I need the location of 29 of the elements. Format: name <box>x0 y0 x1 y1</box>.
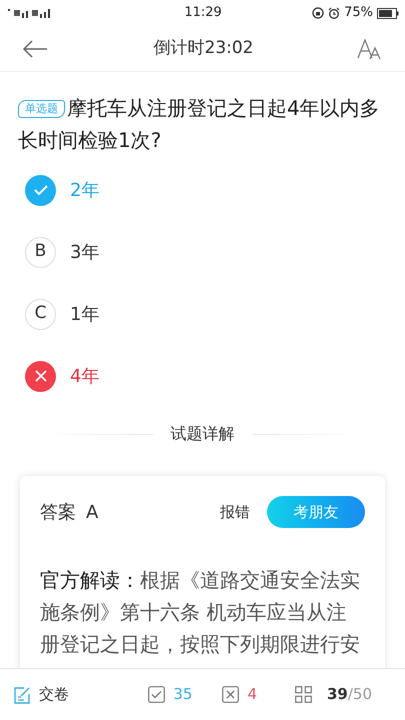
question-text: 单选题 摩托车从注册登记之日起4年以内多长时间检验1次? <box>17 95 381 154</box>
battery-percent: 75% <box>344 4 373 22</box>
section-title: 试题详解 <box>170 423 234 445</box>
check-icon <box>25 174 56 206</box>
report-error-link[interactable]: 报错 <box>220 500 250 524</box>
alarm-icon <box>328 7 340 19</box>
answer-option[interactable]: B 3年 <box>25 236 380 268</box>
question-type-tag: 单选题 <box>18 100 65 118</box>
cross-icon <box>25 360 56 392</box>
answer-label: 答案 <box>40 500 76 524</box>
status-time: 11:29 <box>184 4 222 22</box>
explanation-text: 官方解读：根据《道路交通安全法实施条例》第十六条 机动车应当从注册登记之日起，按照下列期限进行安 <box>40 567 361 658</box>
grid-icon <box>294 686 312 703</box>
wrong-count: 4 <box>247 684 257 706</box>
answer-option[interactable]: C 1年 <box>25 298 380 330</box>
submit-button[interactable]: 交卷 <box>13 683 69 706</box>
battery-icon <box>377 8 399 18</box>
font-size-button[interactable] <box>357 36 383 60</box>
answer-option[interactable]: 4年 <box>25 360 380 392</box>
answer-value: A <box>86 500 98 524</box>
rotation-lock-icon <box>312 7 324 19</box>
wrong-count-icon <box>222 686 240 703</box>
correct-count: 35 <box>173 684 192 706</box>
correct-count-icon <box>148 686 166 703</box>
option-letter: B <box>25 236 56 268</box>
countdown-title: 倒计时23:02 <box>154 36 254 60</box>
question-list-button[interactable]: 39/50 <box>294 683 372 706</box>
option-letter: C <box>25 298 56 330</box>
edit-icon <box>13 686 31 704</box>
